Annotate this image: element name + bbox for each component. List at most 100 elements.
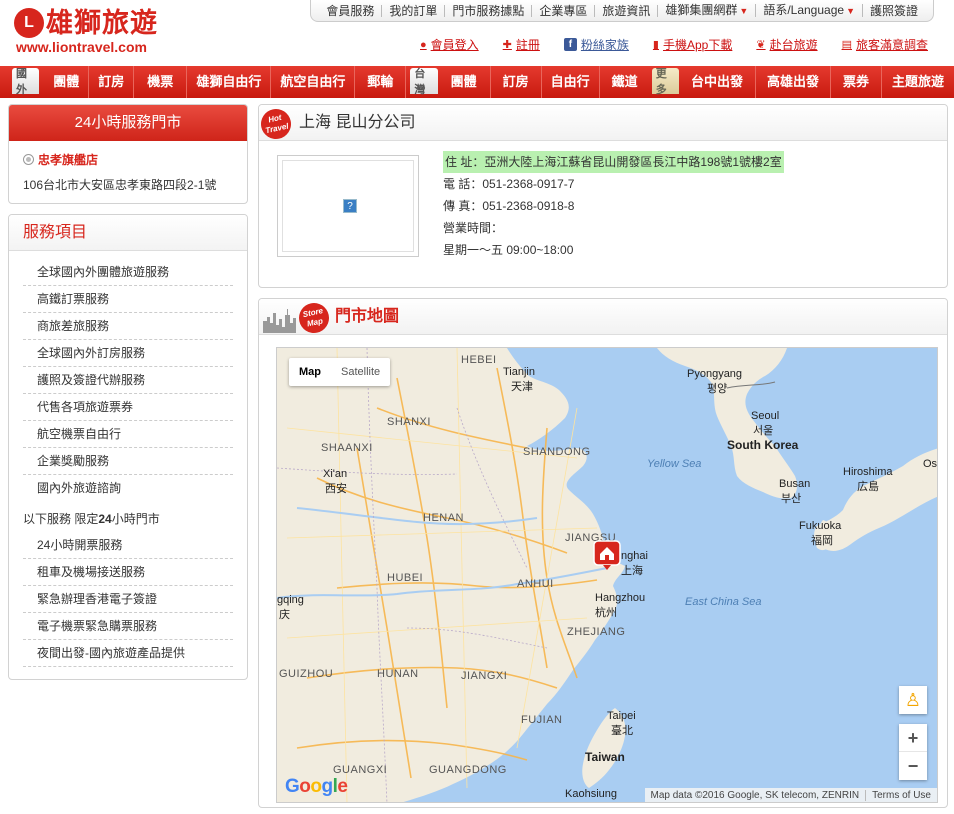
map-label: Hangzhou: [595, 592, 646, 604]
limited-services-heading: 以下服務 限定24小時門市: [23, 512, 160, 526]
leaf-icon: ❦: [756, 39, 766, 51]
list-item: 航空機票自由行: [23, 421, 233, 448]
list-item: 國內外旅遊諮詢: [37, 481, 122, 495]
list-item: 電子機票緊急購票服務: [23, 613, 233, 640]
office-panel: Hot Travel 上海 昆山分公司 ? 住 址：亞洲大陸上海江蘇省昆山開發區…: [258, 104, 948, 288]
top-utility-nav: 會員服務 我的訂單 門市服務據點 企業專區 旅遊資訊 雄獅集團網群 ▼ 語系/La…: [310, 0, 934, 22]
map-label: HUBEI: [387, 572, 424, 584]
nav-tw-group-tours[interactable]: 團體: [438, 66, 491, 98]
google-map[interactable]: HEBEI Tianjin 天津 Pyongyang 평양 SHANXI Seo…: [276, 347, 938, 803]
nav-depart-kaohsiung[interactable]: 高雄出發: [756, 66, 831, 98]
topnav-travel-info[interactable]: 旅遊資訊: [595, 4, 659, 17]
map-label: FUJIAN: [521, 714, 563, 726]
list-item: 全球國內外團體旅遊服務: [23, 259, 233, 286]
list-item: 商旅差旅服務: [23, 313, 233, 340]
office-photo: ?: [277, 155, 419, 257]
city-skyline-icon: [263, 309, 296, 333]
map-label: JIANGXI: [461, 670, 508, 682]
nav-theme-travel[interactable]: 主題旅遊: [882, 66, 954, 98]
office-fax: 傳 真：051-2368-0918-8: [443, 199, 575, 213]
terms-of-use-link[interactable]: Terms of Use: [865, 789, 937, 801]
app-download-link[interactable]: ▮ 手機App下載: [653, 36, 732, 53]
list-item: 夜間出發-國內旅遊產品提供: [23, 640, 233, 667]
map-label: 庆: [279, 609, 290, 621]
zoom-in-button[interactable]: +: [899, 724, 927, 752]
office-info: 住 址：亞洲大陸上海江蘇省昆山開發區長江中路198號1號樓2室 電 話：051-…: [443, 151, 784, 261]
zoom-control: + −: [899, 724, 927, 780]
caret-down-icon: ▼: [846, 6, 855, 16]
nav-tw-rail[interactable]: 鐵道: [600, 66, 650, 98]
map-label: 西安: [325, 483, 347, 495]
nav-tag-more[interactable]: 更多: [651, 68, 679, 96]
office-address: 住 址：亞洲大陸上海江蘇省昆山開發區長江中路198號1號樓2室: [443, 151, 784, 173]
street-view-pegman-icon[interactable]: ♙: [899, 686, 927, 714]
map-label: 福岡: [811, 535, 833, 547]
map-label: SHANDONG: [523, 446, 591, 458]
topnav-group-sites[interactable]: 雄獅集團網群 ▼: [658, 4, 757, 17]
map-type-satellite-button[interactable]: Satellite: [331, 358, 390, 386]
map-type-map-button[interactable]: Map: [289, 358, 331, 386]
map-label: Tianjin: [503, 366, 535, 378]
caret-down-icon: ▼: [739, 6, 749, 16]
nav-intl-air-fit[interactable]: 航空自由行: [271, 66, 356, 98]
site-header: L 雄獅旅遊 www.liontravel.com 會員服務 我的訂單 門市服務據…: [0, 0, 954, 66]
map-label: gqing: [277, 594, 304, 606]
satisfaction-survey-link[interactable]: ▤ 旅客滿意調查: [842, 36, 928, 53]
map-label: Busan: [779, 478, 811, 490]
nav-intl-flights[interactable]: 機票: [134, 66, 188, 98]
topnav-store-locations[interactable]: 門市服務據點: [445, 4, 533, 17]
nav-tw-hotels[interactable]: 訂房: [491, 66, 542, 98]
map-attribution: Map data ©2016 Google, SK telecom, ZENRI…: [650, 789, 860, 801]
map-label: 서울: [753, 425, 774, 437]
site-logo[interactable]: L 雄獅旅遊 www.liontravel.com: [14, 8, 158, 55]
map-label: Taipei: [607, 710, 636, 722]
map-label: 臺北: [611, 725, 633, 737]
topnav-language[interactable]: 語系/Language ▼: [756, 4, 863, 17]
taiwan-travel-link[interactable]: ❦ 赴台旅遊: [756, 36, 817, 53]
nav-intl-hotels[interactable]: 訂房: [89, 66, 135, 98]
store-map-badge: Store Map: [296, 300, 332, 336]
list-item: 代售各項旅遊票券: [23, 394, 233, 421]
map-label: Yellow Sea: [647, 458, 702, 470]
zoom-out-button[interactable]: −: [899, 752, 927, 780]
map-label: 広島: [857, 481, 879, 493]
services-list: 全球國內外團體旅遊服務 高鐵訂票服務 商旅差旅服務 全球國內外訂房服務 護照及簽…: [9, 251, 247, 667]
main-nav: 國外 團體 訂房 機票 雄獅自由行 航空自由行 郵輪 台灣 團體 訂房 自由行 …: [0, 66, 954, 98]
nav-depart-taichung[interactable]: 台中出發: [679, 66, 756, 98]
topnav-my-orders[interactable]: 我的訂單: [382, 4, 446, 17]
office-hours: 星期一～五 09:00~18:00: [443, 243, 574, 257]
map-label: 杭州: [595, 607, 617, 619]
list-item: 緊急辦理香港電子簽證: [23, 586, 233, 613]
topnav-passport-visa[interactable]: 護照簽證: [863, 5, 925, 17]
office-title: 上海 昆山分公司: [299, 114, 416, 131]
register-link[interactable]: ✚ 註冊: [503, 36, 540, 53]
user-icon: ●: [420, 38, 427, 51]
store-map-panel: Store Map 門市地圖 HEBEI Tianjin 天津 Pyongyan…: [258, 298, 948, 808]
hot-travel-badge: Hot Travel: [258, 106, 294, 142]
map-label: 天津: [511, 381, 533, 393]
nav-tickets[interactable]: 票券: [831, 66, 882, 98]
map-label: 上海: [621, 565, 643, 577]
member-login-link[interactable]: ● 會員登入: [420, 36, 479, 53]
document-icon: ▤: [841, 39, 852, 51]
store-location-pin-icon[interactable]: [593, 540, 621, 570]
map-label: Hiroshima: [843, 466, 893, 478]
radio-bullet-icon: [23, 154, 34, 165]
map-label: South Korea: [727, 438, 799, 452]
nav-tag-international: 國外: [12, 68, 40, 96]
nav-intl-group-tours[interactable]: 團體: [39, 66, 90, 98]
store-24h-name[interactable]: 忠孝旗艦店: [23, 151, 233, 168]
plus-icon: ✚: [502, 39, 512, 51]
map-label: Xi'an: [323, 468, 348, 480]
store-24h-box: 24小時服務門市 忠孝旗艦店 106台北市大安區忠孝東路四段2-1號: [8, 104, 248, 204]
map-label: SHAANXI: [321, 442, 373, 454]
nav-tw-fit[interactable]: 自由行: [542, 66, 600, 98]
facebook-fans-link[interactable]: f 粉絲家族: [563, 36, 629, 53]
map-label: GUIZHOU: [279, 668, 334, 680]
map-label: Os: [923, 458, 938, 470]
google-logo[interactable]: Google: [285, 776, 348, 798]
topnav-member-service[interactable]: 會員服務: [319, 4, 383, 17]
topnav-enterprise[interactable]: 企業專區: [532, 4, 596, 17]
nav-intl-cruise[interactable]: 郵輪: [355, 66, 407, 98]
nav-intl-lion-fit[interactable]: 雄獅自由行: [187, 66, 272, 98]
